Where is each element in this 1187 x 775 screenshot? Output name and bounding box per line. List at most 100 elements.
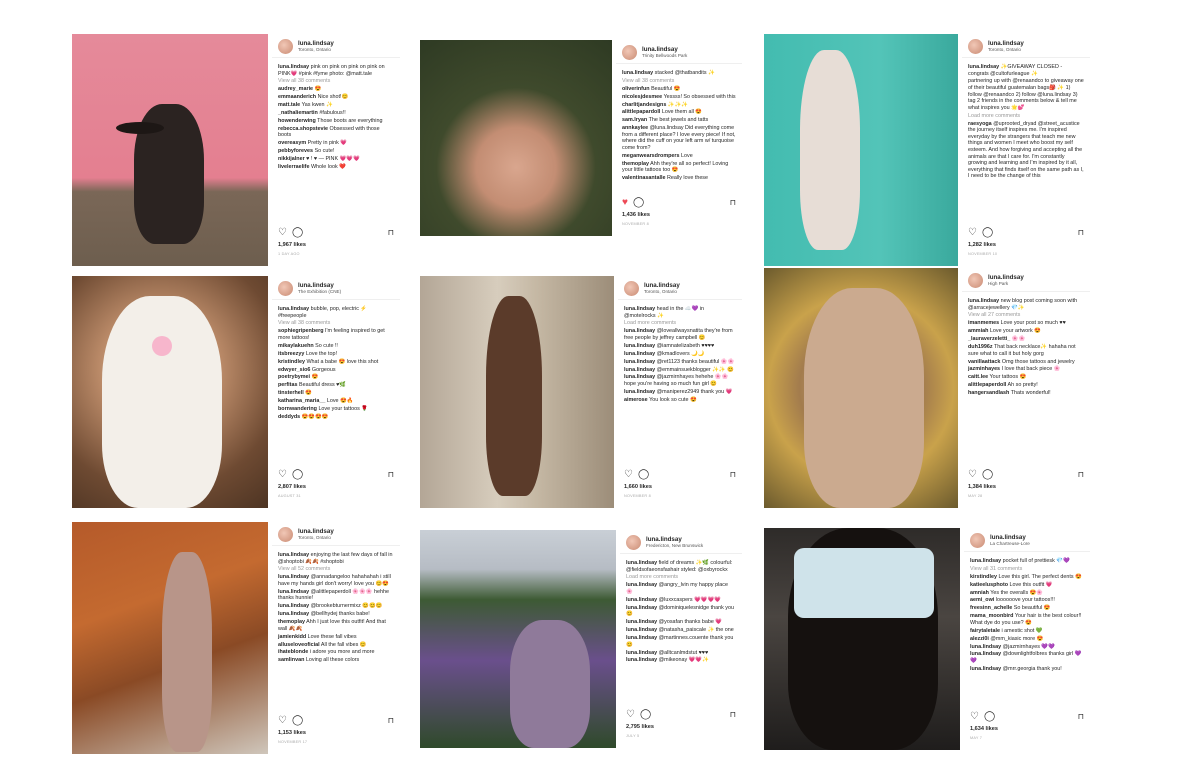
comment-bubble-icon[interactable]: ◯ [638,470,649,480]
comment-username[interactable]: mikaylakuehn [278,343,314,349]
comment-username[interactable]: jamienkidd [278,634,306,640]
comment-username[interactable]: luna.lindsay [278,552,309,558]
post-photo[interactable] [420,40,612,236]
like-heart-icon[interactable]: ♡ [278,716,287,726]
comment-username[interactable]: themoplay [278,619,305,625]
location-link[interactable]: The Exhibition (CNE) [298,289,341,295]
comment-username[interactable]: luna.lindsay [624,374,655,380]
comment-username[interactable]: pebbyforeves [278,148,313,154]
username-link[interactable]: luna.lindsay [298,40,334,47]
like-heart-icon[interactable]: ♡ [278,228,287,238]
comment-username[interactable]: deddyds [278,414,300,420]
likes-count[interactable]: 1,967 likes [278,242,306,248]
comment-username[interactable]: _lauraverzeletti_ [968,336,1010,342]
likes-count[interactable]: 1,153 likes [278,730,306,736]
comment-username[interactable]: alittlepaperdoll [968,382,1006,388]
comment-username[interactable]: freesinn_achelle [970,605,1012,611]
location-link[interactable]: Toronto, Ontario [298,535,334,541]
likes-count[interactable]: 1,436 likes [622,212,650,218]
load-comments-link[interactable]: Load more comments [968,113,1084,120]
comment-username[interactable]: livelerraelife [278,164,309,170]
comment-username[interactable]: luna.lindsay [278,574,309,580]
location-link[interactable]: Toronto, Ontario [988,47,1024,53]
comment-username[interactable]: luna.lindsay [970,644,1001,650]
comment-username[interactable]: howenderwing [278,118,316,124]
comment-username[interactable]: luna.lindsay [626,560,657,566]
comment-username[interactable]: sophiegripenberg [278,328,324,334]
post-photo[interactable] [420,276,614,508]
comment-username[interactable]: jazminhayes [968,366,1000,372]
location-link[interactable]: High Park [988,281,1024,287]
comment-bubble-icon[interactable]: ◯ [633,198,644,208]
comment-username[interactable]: ammiah [968,328,988,334]
comment-username[interactable]: overeasym [278,140,306,146]
load-comments-link[interactable]: Load more comments [624,320,736,327]
comment-username[interactable]: mama_moonbird [970,613,1013,619]
comment-username[interactable]: meganwearsdrompers [622,153,680,159]
comment-username[interactable]: oliverinfun [622,86,650,92]
avatar[interactable] [968,39,983,54]
comment-username[interactable]: rebecca.shopstevie [278,126,328,132]
likes-count[interactable]: 1,384 likes [968,484,996,490]
comment-username[interactable]: tinsterhell [278,390,304,396]
comment-username[interactable]: audrey_marie [278,86,313,92]
comment-username[interactable]: luna.lindsay [970,666,1001,672]
username-link[interactable]: luna.lindsay [988,40,1024,47]
comment-bubble-icon[interactable]: ◯ [292,470,303,480]
comment-bubble-icon[interactable]: ◯ [292,716,303,726]
location-link[interactable]: Fredericton, New Brunswick [646,543,703,549]
comment-username[interactable]: katieelusphoto [970,582,1008,588]
comment-username[interactable]: emmaanderich [278,94,316,100]
save-bookmark-icon[interactable]: ⊓ [388,470,394,480]
location-link[interactable]: Trinity Bellwoods Park [642,53,687,59]
comment-username[interactable]: imanmemes [968,320,999,326]
comment-bubble-icon[interactable]: ◯ [982,228,993,238]
comment-username[interactable]: luna.lindsay [624,389,655,395]
save-bookmark-icon[interactable]: ⊓ [388,716,394,726]
location-link[interactable]: La Chartreuse-Lore [990,541,1030,547]
comment-username[interactable]: luna.lindsay [968,64,999,70]
username-link[interactable]: luna.lindsay [990,534,1030,541]
save-bookmark-icon[interactable]: ⊓ [730,470,736,480]
avatar[interactable] [624,281,639,296]
avatar[interactable] [626,535,641,550]
save-bookmark-icon[interactable]: ⊓ [388,228,394,238]
avatar[interactable] [970,533,985,548]
likes-count[interactable]: 1,282 likes [968,242,996,248]
load-comments-link[interactable]: View all 38 comments [278,320,394,327]
comment-username[interactable]: vanillaattack [968,359,1000,365]
post-photo[interactable] [420,530,616,748]
comment-username[interactable]: luna.lindsay [278,306,309,312]
save-bookmark-icon[interactable]: ⊓ [730,710,736,720]
post-photo[interactable] [764,528,960,750]
comment-username[interactable]: luna.lindsay [278,611,309,617]
username-link[interactable]: luna.lindsay [988,274,1024,281]
comment-username[interactable]: edwyer_sio6 [278,367,310,373]
load-comments-link[interactable]: View all 38 comments [278,78,394,85]
comment-username[interactable]: themoplay [622,161,649,167]
comment-bubble-icon[interactable]: ◯ [984,712,995,722]
comment-username[interactable]: hangersandlash [968,390,1009,396]
comment-username[interactable]: samlinvan [278,657,304,663]
comment-username[interactable]: luna.lindsay [624,359,655,365]
username-link[interactable]: luna.lindsay [298,528,334,535]
load-comments-link[interactable]: View all 31 comments [970,566,1084,573]
comment-username[interactable]: amniah [970,590,989,596]
username-link[interactable]: luna.lindsay [642,46,687,53]
comment-username[interactable]: luna.lindsay [970,651,1001,657]
likes-count[interactable]: 1,634 likes [970,726,998,732]
username-link[interactable]: luna.lindsay [646,536,703,543]
comment-username[interactable]: luna.lindsay [624,306,655,312]
comment-username[interactable]: aimerose [624,397,648,403]
like-heart-icon[interactable]: ♡ [626,710,635,720]
save-bookmark-icon[interactable]: ⊓ [1078,228,1084,238]
comment-username[interactable]: kristindley [278,359,305,365]
comment-username[interactable]: duh1996z [968,344,993,350]
save-bookmark-icon[interactable]: ⊓ [1078,712,1084,722]
save-bookmark-icon[interactable]: ⊓ [730,198,736,208]
comment-username[interactable]: ihateblonde [278,649,308,655]
comment-username[interactable]: luna.lindsay [626,650,657,656]
comment-username[interactable]: alluseloveoficial [278,642,320,648]
avatar[interactable] [278,281,293,296]
likes-count[interactable]: 2,807 likes [278,484,306,490]
